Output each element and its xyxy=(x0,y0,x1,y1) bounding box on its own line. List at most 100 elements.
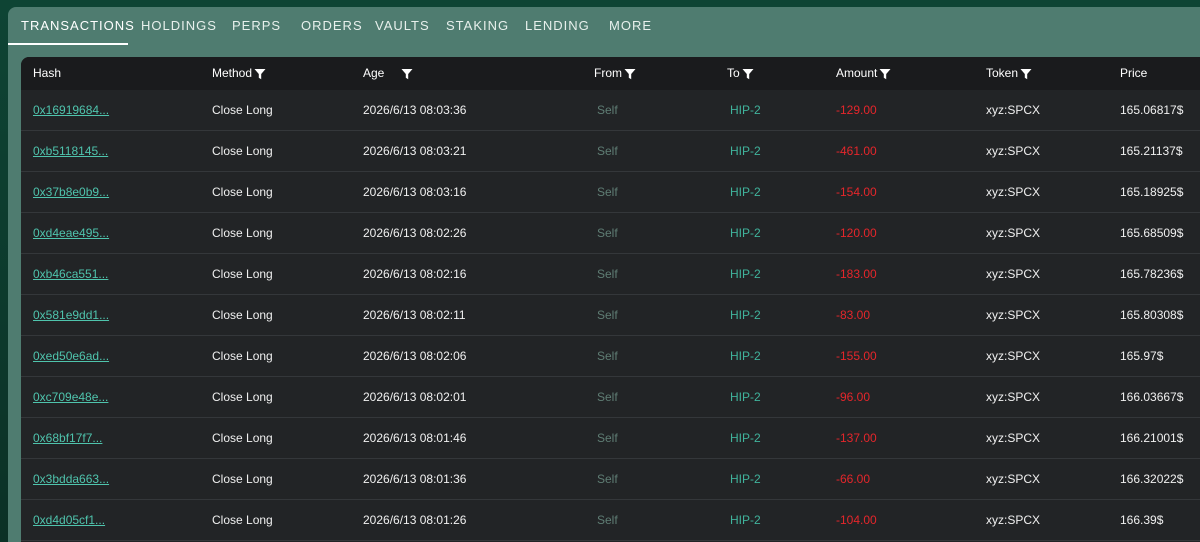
amount-cell: -120.00 xyxy=(836,226,877,240)
method-cell: Close Long xyxy=(212,349,273,363)
to-cell[interactable]: HIP-2 xyxy=(730,459,761,499)
method-cell: Close Long xyxy=(212,513,273,527)
column-header-from: From xyxy=(594,57,636,90)
filter-icon[interactable] xyxy=(879,68,891,80)
token-cell: xyz:SPCX xyxy=(986,267,1041,281)
to-cell[interactable]: HIP-2 xyxy=(730,254,761,294)
to-cell[interactable]: HIP-2 xyxy=(730,336,761,376)
from-cell: Self xyxy=(597,308,618,322)
column-header-amount: Amount xyxy=(836,57,891,90)
price-cell: 165.78236$ xyxy=(1120,267,1184,281)
to-cell[interactable]: HIP-2 xyxy=(730,213,761,253)
to-cell[interactable]: HIP-2 xyxy=(730,418,761,458)
method-cell: Close Long xyxy=(212,144,273,158)
method-cell: Close Long xyxy=(212,472,273,486)
to-cell[interactable]: HIP-2 xyxy=(730,377,761,417)
column-header-label: Method xyxy=(212,66,253,80)
filter-icon[interactable] xyxy=(742,68,754,80)
age-cell: 2026/6/13 08:01:26 xyxy=(363,513,467,527)
hash-link[interactable]: 0x16919684... xyxy=(33,90,109,130)
hash-link[interactable]: 0x68bf17f7... xyxy=(33,418,102,458)
active-tab-indicator xyxy=(8,43,128,45)
amount-cell: -155.00 xyxy=(836,349,877,363)
hash-link[interactable]: 0xed50e6ad... xyxy=(33,336,109,376)
hash-link[interactable]: 0xc709e48e... xyxy=(33,377,108,417)
amount-cell: -137.00 xyxy=(836,431,877,445)
table-row: 0xd4d05cf1... Close Long 2026/6/13 08:01:2… xyxy=(21,500,1200,541)
tab-perps[interactable]: PERPS xyxy=(232,7,281,45)
price-cell: 165.97$ xyxy=(1120,349,1164,363)
column-header-label: Age xyxy=(363,66,385,80)
to-cell[interactable]: HIP-2 xyxy=(730,172,761,212)
column-header-age: Age xyxy=(363,57,413,90)
to-cell[interactable]: HIP-2 xyxy=(730,295,761,335)
tab-more[interactable]: MORE xyxy=(609,7,652,45)
amount-cell: -154.00 xyxy=(836,185,877,199)
column-header-to: To xyxy=(727,57,754,90)
hash-link[interactable]: 0x3bdda663... xyxy=(33,459,109,499)
from-cell: Self xyxy=(597,472,618,486)
tab-staking[interactable]: STAKING xyxy=(446,7,509,45)
tab-vaults[interactable]: VAULTS xyxy=(375,7,430,45)
filter-icon[interactable] xyxy=(401,68,413,80)
table-row: 0xb46ca551... Close Long 2026/6/13 08:02:1… xyxy=(21,254,1200,295)
explorer-panel: TRANSACTIONS HOLDINGS PERPS ORDERS VAULT… xyxy=(8,7,1200,542)
to-cell[interactable]: HIP-2 xyxy=(730,90,761,130)
hash-link[interactable]: 0x581e9dd1... xyxy=(33,295,109,335)
hash-link[interactable]: 0x37b8e0b9... xyxy=(33,172,109,212)
filter-icon[interactable] xyxy=(624,68,636,80)
token-cell: xyz:SPCX xyxy=(986,513,1041,527)
table-row: 0x68bf17f7... Close Long 2026/6/13 08:01:4… xyxy=(21,418,1200,459)
amount-cell: -183.00 xyxy=(836,267,877,281)
tab-holdings[interactable]: HOLDINGS xyxy=(141,7,217,45)
tab-transactions[interactable]: TRANSACTIONS xyxy=(21,7,135,45)
to-cell[interactable]: HIP-2 xyxy=(730,500,761,540)
from-cell: Self xyxy=(597,390,618,404)
filter-icon[interactable] xyxy=(254,68,266,80)
price-cell: 166.39$ xyxy=(1120,513,1164,527)
to-cell[interactable]: HIP-2 xyxy=(730,131,761,171)
hash-link[interactable]: 0xd4eae495... xyxy=(33,213,109,253)
table-header: Hash Method Age From To Amount Token Pri… xyxy=(21,57,1200,90)
method-cell: Close Long xyxy=(212,308,273,322)
column-header-label: Price xyxy=(1120,66,1148,80)
token-cell: xyz:SPCX xyxy=(986,472,1041,486)
hash-link[interactable]: 0xb46ca551... xyxy=(33,254,108,294)
hash-link[interactable]: 0xd4d05cf1... xyxy=(33,500,105,540)
column-header-label: From xyxy=(594,66,622,80)
price-cell: 166.21001$ xyxy=(1120,431,1184,445)
age-cell: 2026/6/13 08:02:01 xyxy=(363,390,467,404)
amount-cell: -96.00 xyxy=(836,390,871,404)
age-cell: 2026/6/13 08:03:36 xyxy=(363,103,467,117)
token-cell: xyz:SPCX xyxy=(986,226,1041,240)
amount-cell: -83.00 xyxy=(836,308,871,322)
amount-cell: -129.00 xyxy=(836,103,877,117)
tab-lending[interactable]: LENDING xyxy=(525,7,590,45)
token-cell: xyz:SPCX xyxy=(986,103,1041,117)
token-cell: xyz:SPCX xyxy=(986,185,1041,199)
column-header-label: Amount xyxy=(836,66,878,80)
method-cell: Close Long xyxy=(212,431,273,445)
tab-orders[interactable]: ORDERS xyxy=(301,7,363,45)
table-row: 0x3bdda663... Close Long 2026/6/13 08:01:3… xyxy=(21,459,1200,500)
filter-icon[interactable] xyxy=(1020,68,1032,80)
price-cell: 165.68509$ xyxy=(1120,226,1184,240)
price-cell: 165.21137$ xyxy=(1120,144,1183,158)
price-cell: 165.80308$ xyxy=(1120,308,1184,322)
token-cell: xyz:SPCX xyxy=(986,308,1041,322)
amount-cell: -461.00 xyxy=(836,144,877,158)
column-header-label: Hash xyxy=(33,66,62,80)
from-cell: Self xyxy=(597,103,618,117)
method-cell: Close Long xyxy=(212,226,273,240)
column-header-method: Method xyxy=(212,57,266,90)
method-cell: Close Long xyxy=(212,267,273,281)
table-row: 0x16919684... Close Long 2026/6/13 08:03:3… xyxy=(21,90,1200,131)
price-cell: 165.18925$ xyxy=(1120,185,1184,199)
hash-link[interactable]: 0xb5118145... xyxy=(33,131,108,171)
age-cell: 2026/6/13 08:03:21 xyxy=(363,144,467,158)
method-cell: Close Long xyxy=(212,103,273,117)
token-cell: xyz:SPCX xyxy=(986,144,1041,158)
price-cell: 166.32022$ xyxy=(1120,472,1184,486)
age-cell: 2026/6/13 08:02:11 xyxy=(363,308,466,322)
price-cell: 165.06817$ xyxy=(1120,103,1184,117)
